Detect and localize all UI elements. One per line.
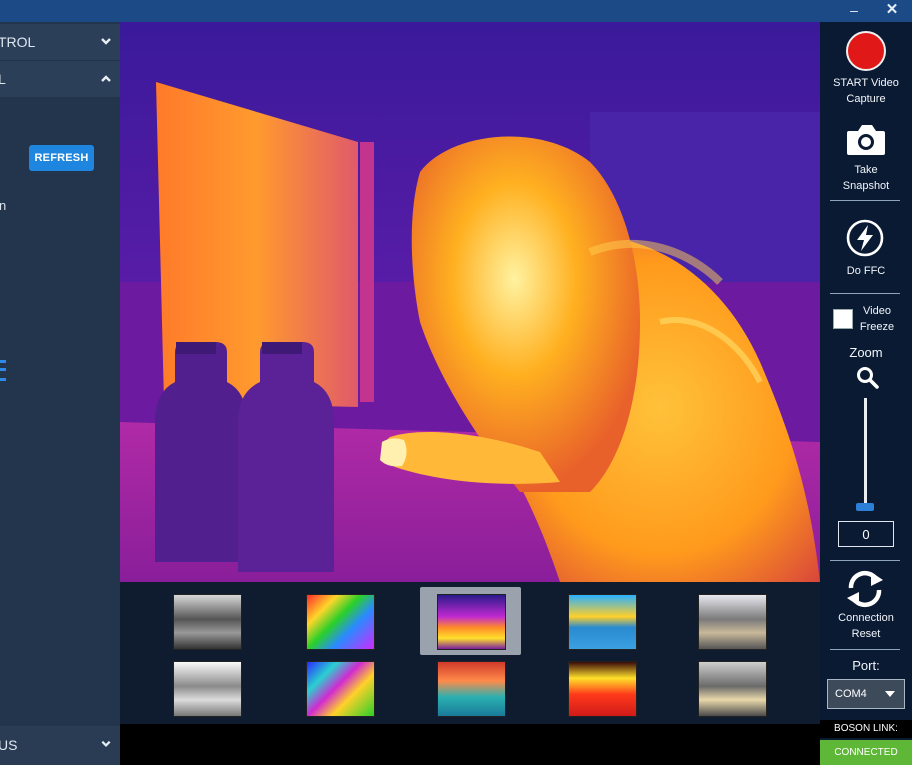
palette-thumbnail-ironbow[interactable]	[437, 594, 506, 650]
connection-status-badge: CONNECTED	[820, 740, 912, 765]
slider-tick	[0, 360, 6, 363]
lightning-icon[interactable]	[845, 218, 885, 258]
snapshot-label: Take Snapshot	[842, 164, 890, 192]
refresh-button[interactable]: REFRESH	[29, 145, 94, 171]
separator	[830, 560, 900, 561]
slider-tick	[0, 368, 6, 371]
accordion-label: US	[0, 737, 18, 753]
accordion-section-expanded[interactable]: L	[0, 61, 120, 97]
port-label: Port:	[852, 658, 880, 673]
ffc-label: Do FFC	[846, 265, 886, 277]
dropdown-arrow-icon	[885, 691, 895, 697]
palette-thumbnail-sepia[interactable]	[698, 594, 767, 650]
separator	[830, 200, 900, 201]
palette-thumbnail-arctic[interactable]	[568, 594, 637, 650]
connection-reset-label: Connection Reset	[838, 612, 894, 640]
palette-thumbnail-gray-red[interactable]	[698, 661, 767, 717]
control-panel: START Video Capture Take Snapshot Do FFC…	[820, 22, 912, 765]
thermal-video-view[interactable]	[120, 22, 820, 582]
zoom-slider-thumb[interactable]	[856, 503, 874, 511]
chevron-up-icon	[101, 75, 111, 82]
chevron-down-icon	[101, 38, 111, 45]
port-value: COM4	[835, 688, 867, 700]
zoom-value-input[interactable]: 0	[838, 521, 894, 547]
close-icon[interactable]: ✕	[881, 0, 903, 22]
palette-thumbnail-rainbow[interactable]	[306, 594, 375, 650]
record-label: START Video Capture	[833, 77, 899, 105]
port-select[interactable]: COM4	[827, 679, 905, 709]
bottom-bar	[120, 724, 820, 765]
separator	[830, 649, 900, 650]
thermal-image	[120, 22, 820, 582]
zoom-label: Zoom	[849, 345, 883, 360]
chevron-down-icon	[101, 740, 111, 747]
separator	[830, 293, 900, 294]
palette-thumbnail-lava[interactable]	[568, 661, 637, 717]
zoom-slider-track[interactable]	[864, 398, 867, 508]
record-button[interactable]	[846, 31, 886, 71]
search-icon	[857, 367, 879, 389]
refresh-icon[interactable]	[843, 568, 887, 610]
palette-thumbnail-rainbow-hc[interactable]	[306, 661, 375, 717]
cropped-label: n	[0, 198, 7, 213]
minimize-icon[interactable]: –	[843, 0, 865, 22]
camera-icon[interactable]	[845, 123, 887, 157]
palette-thumbnail-globow[interactable]	[437, 661, 506, 717]
title-bar: – ✕	[0, 0, 912, 22]
accordion-section-status[interactable]: US	[0, 726, 120, 765]
sidebar: TROL L REFRESH n US	[0, 22, 120, 765]
palette-thumbnail-white-hot[interactable]	[173, 594, 242, 650]
accordion-section-control[interactable]: TROL	[0, 24, 120, 60]
palette-thumbnail-black-hot[interactable]	[173, 661, 242, 717]
accordion-label: L	[0, 71, 6, 87]
palette-strip	[120, 582, 820, 724]
freeze-label: Video Freeze	[859, 305, 895, 333]
slider-tick	[0, 378, 6, 381]
boson-link-label: BOSON LINK:	[820, 720, 912, 738]
accordion-label: TROL	[0, 34, 36, 50]
